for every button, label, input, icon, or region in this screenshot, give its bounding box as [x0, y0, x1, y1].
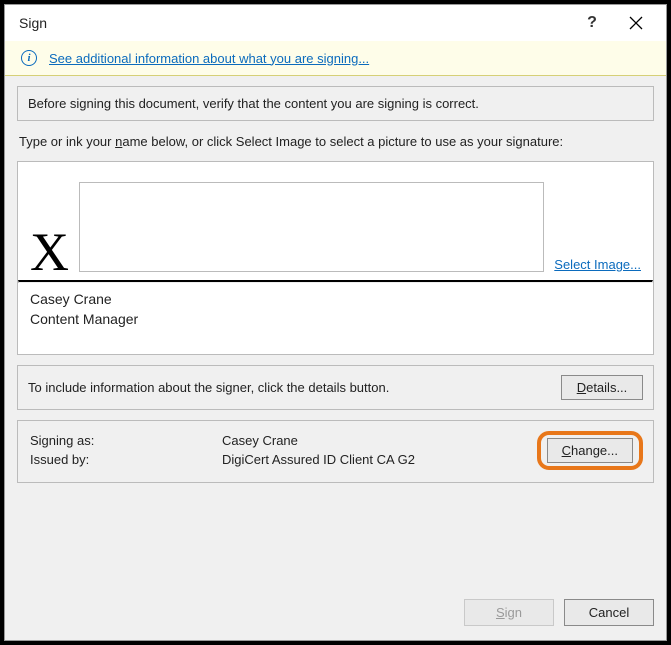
change-button-highlight: Change...	[537, 431, 643, 470]
certificate-grid: Signing as: Casey Crane Issued by: DigiC…	[30, 433, 525, 467]
signer-details: Casey Crane Content Manager	[18, 283, 653, 354]
close-icon	[629, 16, 643, 30]
details-row-text: To include information about the signer,…	[28, 380, 549, 395]
sign-dialog: Sign ? i See additional information abou…	[4, 4, 667, 641]
signing-as-label: Signing as:	[30, 433, 204, 448]
signer-title: Content Manager	[30, 309, 641, 329]
dialog-content: Before signing this document, verify tha…	[5, 76, 666, 591]
info-bar: i See additional information about what …	[5, 41, 666, 76]
signature-x-mark: X	[30, 228, 69, 279]
verify-text: Before signing this document, verify tha…	[28, 96, 479, 111]
details-button[interactable]: Details...	[561, 375, 643, 400]
info-icon: i	[21, 50, 37, 66]
titlebar: Sign ?	[5, 5, 666, 41]
signature-input[interactable]	[79, 182, 544, 272]
change-button[interactable]: Change...	[547, 438, 633, 463]
select-image-link[interactable]: Select Image...	[554, 257, 641, 272]
issued-by-label: Issued by:	[30, 452, 204, 467]
sign-button[interactable]: Sign	[464, 599, 554, 626]
certificate-panel: Signing as: Casey Crane Issued by: DigiC…	[17, 420, 654, 483]
signature-instruction: Type or ink your name below, or click Se…	[17, 131, 654, 151]
cancel-button[interactable]: Cancel	[564, 599, 654, 626]
additional-info-link[interactable]: See additional information about what yo…	[49, 51, 369, 66]
signature-block: X Select Image... Casey Crane Content Ma…	[17, 161, 654, 355]
help-button[interactable]: ?	[570, 8, 614, 38]
dialog-footer: Sign Cancel	[5, 591, 666, 640]
signer-name: Casey Crane	[30, 289, 641, 309]
details-row: To include information about the signer,…	[17, 365, 654, 410]
signature-top-row: X Select Image...	[18, 162, 653, 280]
issued-by-value: DigiCert Assured ID Client CA G2	[222, 452, 525, 467]
close-button[interactable]	[614, 8, 658, 38]
verify-panel: Before signing this document, verify tha…	[17, 86, 654, 121]
dialog-title: Sign	[19, 15, 570, 31]
signing-as-value: Casey Crane	[222, 433, 525, 448]
